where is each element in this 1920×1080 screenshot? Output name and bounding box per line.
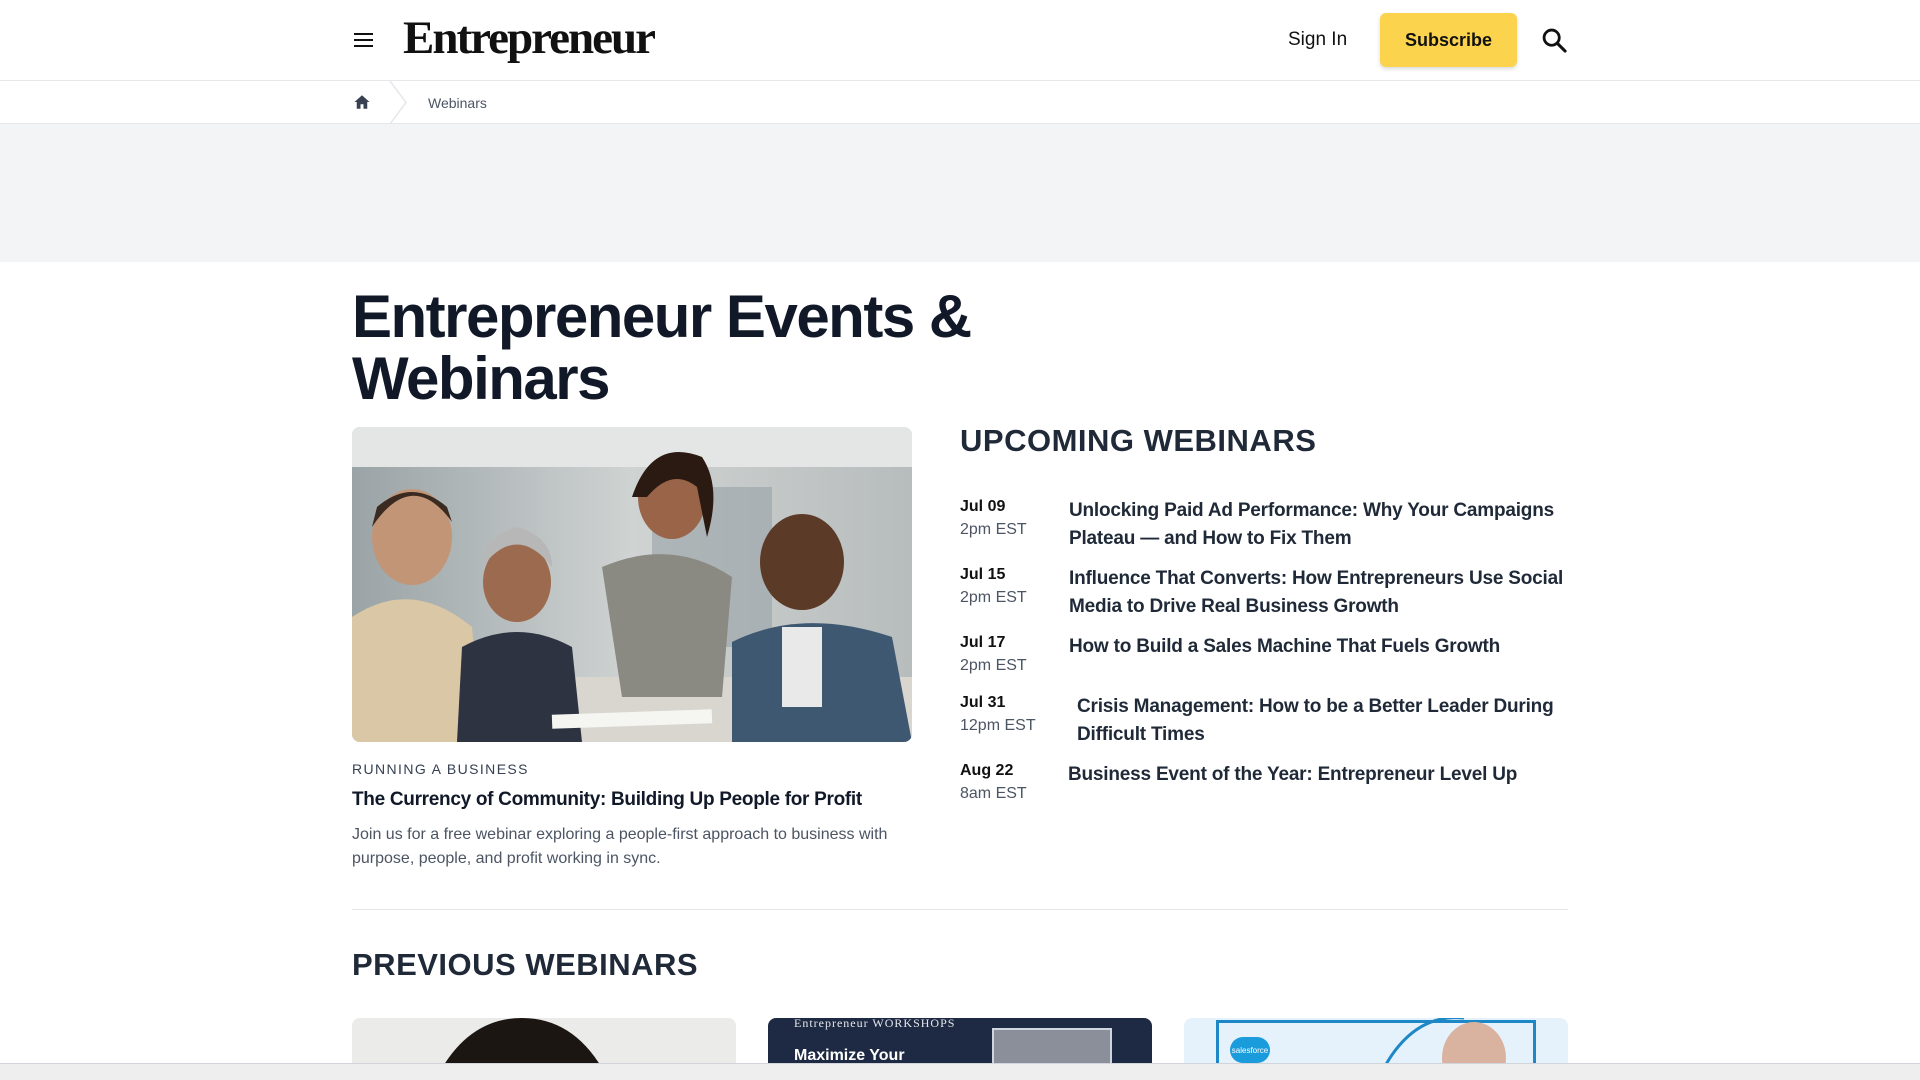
event-date: Jul 15 [960,566,1006,583]
site-header: Entrepreneur Sign In Subscribe [0,0,1920,81]
event-title[interactable]: Crisis Management: How to be a Better Le… [1077,693,1577,749]
previous-webinar-card[interactable] [352,1018,736,1068]
breadcrumb-webinars[interactable]: Webinars [428,94,487,112]
section-divider [352,909,1568,910]
featured-category[interactable]: RUNNING A BUSINESS [352,760,529,778]
event-title[interactable]: How to Build a Sales Machine That Fuels … [1069,633,1569,661]
featured-title[interactable]: The Currency of Community: Building Up P… [352,788,912,812]
event-time: 12pm EST [960,717,1036,734]
card-photo [992,1028,1112,1068]
menu-icon[interactable] [354,30,374,48]
previous-webinar-card[interactable]: Entrepreneur WORKSHOPS Maximize Your [768,1018,1152,1068]
card-brand: Entrepreneur WORKSHOPS [794,1018,956,1030]
featured-description: Join us for a free webinar exploring a p… [352,826,888,867]
featured-image[interactable] [352,427,912,742]
sign-in-link[interactable]: Sign In [1288,28,1347,52]
event-date: Aug 22 [960,762,1014,779]
salesforce-logo: salesforce [1230,1037,1270,1063]
event-time: 2pm EST [960,657,1027,674]
event-time: 2pm EST [960,589,1027,606]
event-title[interactable]: Influence That Converts: How Entrepreneu… [1069,565,1569,621]
event-date: Jul 31 [960,694,1006,711]
home-icon[interactable] [353,93,371,111]
event-date: Jul 17 [960,634,1006,651]
card-portrait [1384,1018,1506,1068]
ad-placeholder [0,124,1920,262]
breadcrumb: Webinars [0,81,1920,124]
event-date: Jul 09 [960,498,1006,515]
event-title[interactable]: Business Event of the Year: Entrepreneur… [1068,761,1568,789]
previous-webinars-heading: PREVIOUS WEBINARS [352,947,699,982]
event-title[interactable]: Unlocking Paid Ad Performance: Why Your … [1069,497,1569,553]
subscribe-button[interactable]: Subscribe [1380,13,1517,67]
previous-webinar-card[interactable]: salesforce [1184,1018,1568,1068]
site-logo[interactable]: Entrepreneur [403,12,656,64]
breadcrumb-separator [389,81,407,124]
event-time: 2pm EST [960,521,1027,538]
upcoming-webinars-heading: UPCOMING WEBINARS [960,423,1317,458]
event-time: 8am EST [960,785,1027,802]
search-icon[interactable] [1540,26,1568,54]
page-title: Entrepreneur Events & Webinars [352,283,972,412]
bottom-bar [0,1063,1920,1080]
